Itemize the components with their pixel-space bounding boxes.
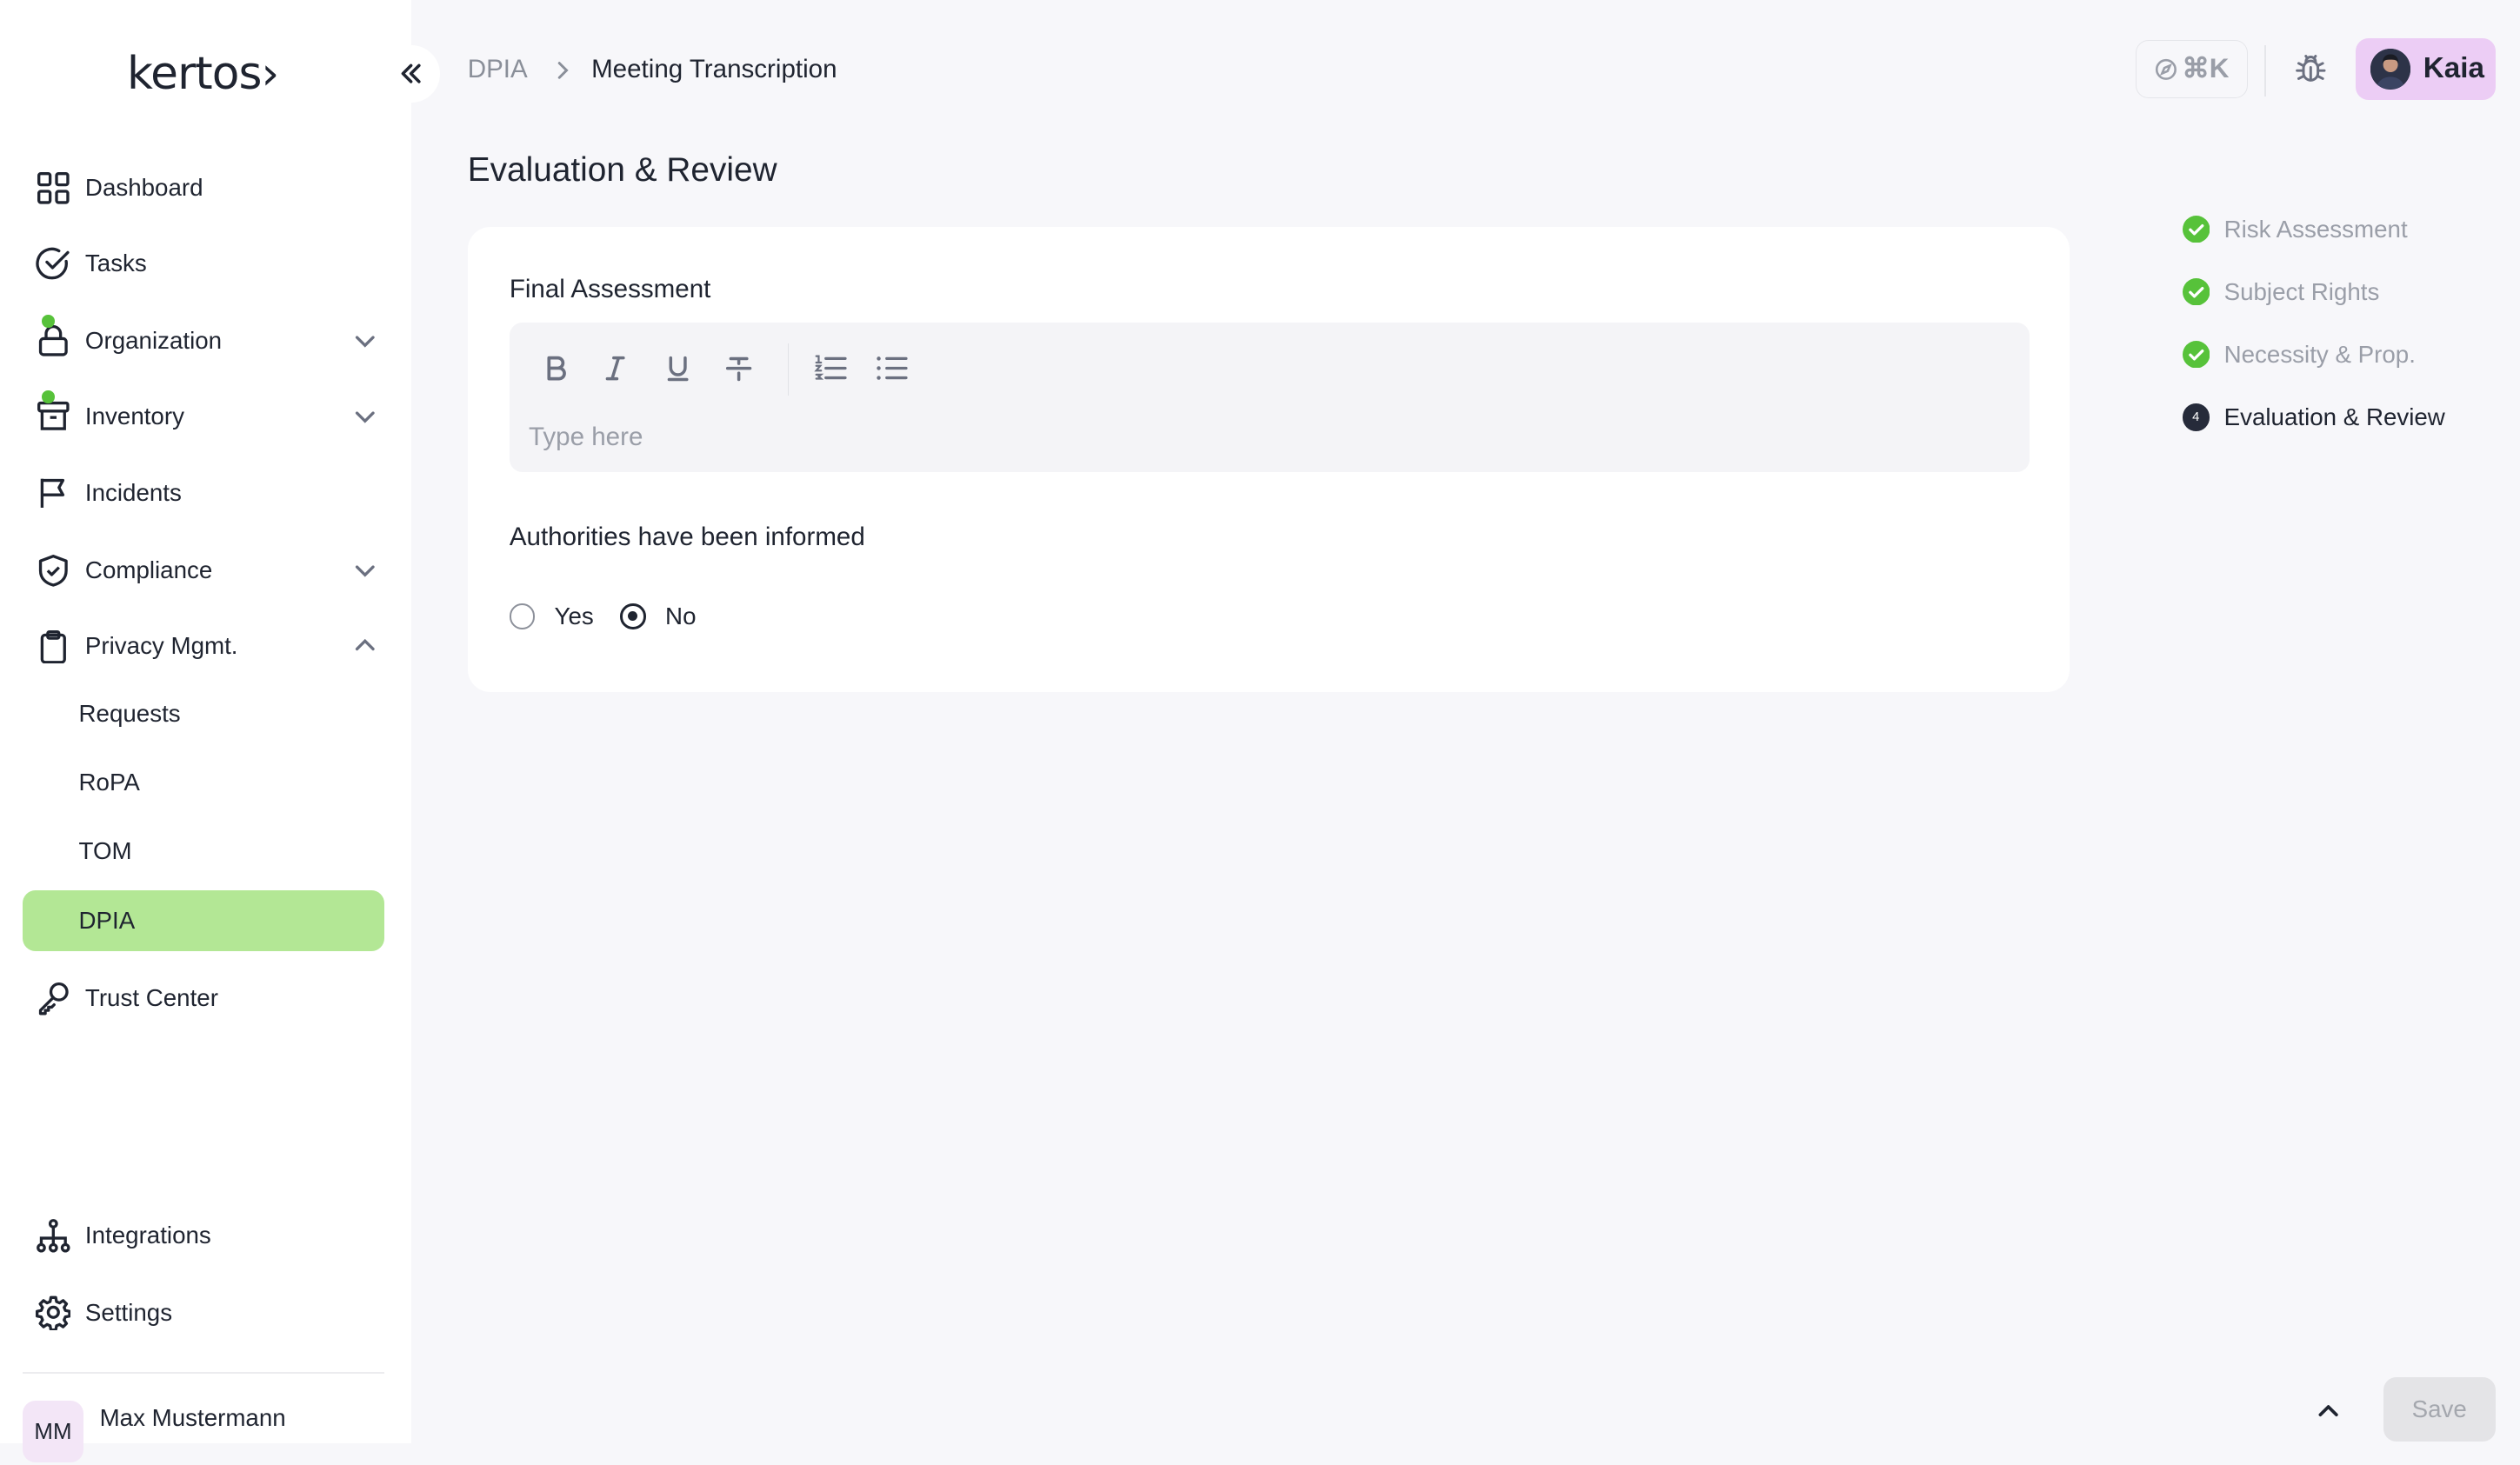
collapse-sidebar-button[interactable] [382, 44, 441, 103]
strikethrough-icon[interactable] [720, 349, 758, 387]
gear-icon [35, 1295, 71, 1331]
avatar[interactable]: MM [22, 1401, 84, 1462]
sidebar-subitem-tom[interactable]: TOM [23, 821, 384, 882]
command-palette-button[interactable]: ⌘K [2135, 40, 2249, 98]
step-necessity-prop[interactable]: Necessity & Prop. [2182, 340, 2416, 369]
sidebar-item-inventory[interactable]: Inventory [23, 386, 384, 447]
sidebar-item-label: Privacy Mgmt. [84, 631, 238, 659]
clipboard-icon [36, 629, 71, 664]
chevron-up-icon [2314, 1396, 2343, 1425]
sidebar-subitem-label: DPIA [78, 906, 136, 934]
form-card: Final Assessment Authorities have been i… [467, 226, 2070, 693]
check-circle-filled-icon [2182, 278, 2210, 306]
chevron-right-icon [551, 59, 574, 82]
lock-icon [36, 315, 71, 358]
bug-icon [2293, 51, 2329, 87]
sidebar-item-label: Incidents [84, 479, 182, 507]
sidebar-item-label: Organization [84, 326, 223, 354]
header-divider [2263, 44, 2266, 97]
sidebar-item-label: Integrations [84, 1222, 211, 1249]
bold-icon[interactable] [537, 349, 575, 387]
chevron-down-icon[interactable] [352, 557, 378, 583]
sidebar-subitem-label: Requests [78, 699, 181, 727]
archive-icon [36, 390, 71, 434]
step-risk-assessment[interactable]: Risk Assessment [2182, 215, 2408, 243]
sidebar-divider [22, 1372, 384, 1375]
flag-icon [36, 476, 71, 511]
save-button[interactable]: Save [2383, 1376, 2496, 1442]
shield-check-icon [36, 553, 71, 589]
underline-icon[interactable] [659, 349, 697, 387]
notification-dot [42, 390, 55, 403]
step-label: Subject Rights [2223, 277, 2380, 305]
radio-label: No [665, 602, 697, 629]
breadcrumb-dpia[interactable]: DPIA [468, 55, 528, 84]
grid-icon [36, 170, 71, 206]
check-circle-filled-icon [2182, 341, 2210, 369]
user-name[interactable]: Max Mustermann [100, 1404, 286, 1432]
sidebar-item-privacy-mgmt[interactable]: Privacy Mgmt. [23, 616, 384, 676]
kertos-logo[interactable]: kertos› [127, 48, 279, 100]
italic-icon[interactable] [597, 349, 635, 387]
sidebar-item-organization[interactable]: Organization [23, 310, 384, 371]
chevrons-left-icon [397, 59, 425, 88]
sidebar-item-incidents[interactable]: Incidents [23, 463, 384, 523]
network-icon [36, 1218, 71, 1254]
step-label: Risk Assessment [2223, 215, 2408, 243]
radio-no[interactable]: No [620, 603, 696, 630]
sidebar-item-settings[interactable]: Settings [23, 1282, 384, 1343]
sidebar-item-label: Trust Center [84, 983, 218, 1011]
chevron-down-icon[interactable] [352, 328, 378, 354]
key-icon [36, 980, 71, 1016]
step-evaluation-review[interactable]: 4 Evaluation & Review [2182, 403, 2445, 431]
sidebar-item-trust-center[interactable]: Trust Center [23, 967, 384, 1028]
shortcut-label: ⌘K [2182, 53, 2230, 84]
sidebar: kertos› Dashboard Tasks Organization Inv… [0, 0, 412, 1462]
sidebar-item-label: Inventory [84, 402, 184, 430]
page-title: Evaluation & Review [467, 150, 777, 189]
user-menu-name: Kaia [2423, 52, 2484, 85]
scroll-top-button[interactable] [2310, 1391, 2348, 1429]
step-number-badge: 4 [2182, 403, 2210, 431]
sidebar-item-label: Dashboard [84, 174, 203, 202]
bug-report-button[interactable] [2287, 45, 2335, 93]
sidebar-item-tasks[interactable]: Tasks [23, 233, 384, 294]
step-subject-rights[interactable]: Subject Rights [2182, 277, 2380, 306]
sidebar-item-label: Tasks [84, 250, 147, 277]
user-menu-button[interactable]: Kaia [2356, 38, 2496, 100]
breadcrumb-current: Meeting Transcription [591, 54, 837, 83]
toolbar-divider [787, 343, 790, 396]
sidebar-item-label: Compliance [84, 556, 213, 584]
sidebar-item-dashboard[interactable]: Dashboard [23, 157, 384, 218]
sidebar-subitem-label: RoPA [78, 768, 140, 796]
check-circle-icon [36, 246, 71, 282]
bullet-list-icon[interactable] [872, 349, 910, 387]
sidebar-subitem-dpia[interactable]: DPIA [22, 889, 384, 951]
check-circle-filled-icon [2182, 215, 2210, 243]
radio-yes[interactable]: Yes [509, 602, 594, 630]
avatar [2370, 49, 2410, 90]
radio-circle[interactable] [509, 603, 536, 629]
final-assessment-label: Final Assessment [509, 275, 711, 303]
step-label: Necessity & Prop. [2223, 340, 2416, 368]
compass-icon [2155, 58, 2177, 81]
sidebar-item-integrations[interactable]: Integrations [23, 1205, 384, 1266]
sidebar-subitem-ropa[interactable]: RoPA [23, 752, 384, 813]
sidebar-item-compliance[interactable]: Compliance [23, 540, 384, 601]
rich-text-editor [509, 323, 2030, 473]
authorities-informed-label: Authorities have been informed [509, 522, 865, 551]
final-assessment-input[interactable] [528, 419, 2008, 455]
chevron-down-icon[interactable] [352, 403, 378, 430]
radio-circle-selected[interactable] [620, 603, 646, 629]
sidebar-item-label: Settings [84, 1298, 173, 1326]
sidebar-subitem-label: TOM [78, 837, 132, 865]
chevron-up-icon[interactable] [352, 633, 378, 659]
notification-dot [42, 315, 55, 328]
step-label: Evaluation & Review [2223, 403, 2445, 430]
ordered-list-icon[interactable] [811, 349, 850, 387]
radio-label: Yes [554, 602, 594, 629]
sidebar-subitem-requests[interactable]: Requests [23, 683, 384, 743]
